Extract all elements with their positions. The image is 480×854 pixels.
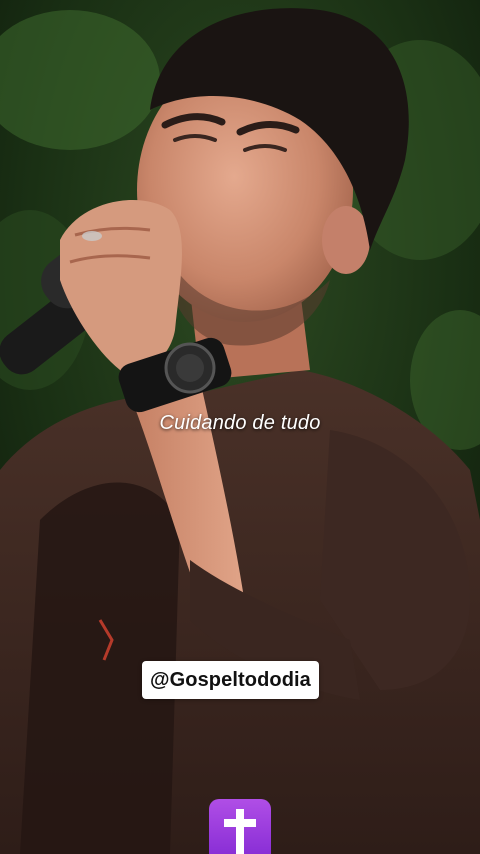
watermark-handle: @Gospeltododia	[150, 668, 311, 691]
watermark-badge: @Gospeltododia	[142, 661, 319, 699]
lyric-caption: Cuidando de tudo	[159, 412, 321, 434]
video-frame[interactable]: Cuidando de tudo @Gospeltododia	[0, 0, 480, 854]
latin-cross-icon	[209, 799, 271, 854]
